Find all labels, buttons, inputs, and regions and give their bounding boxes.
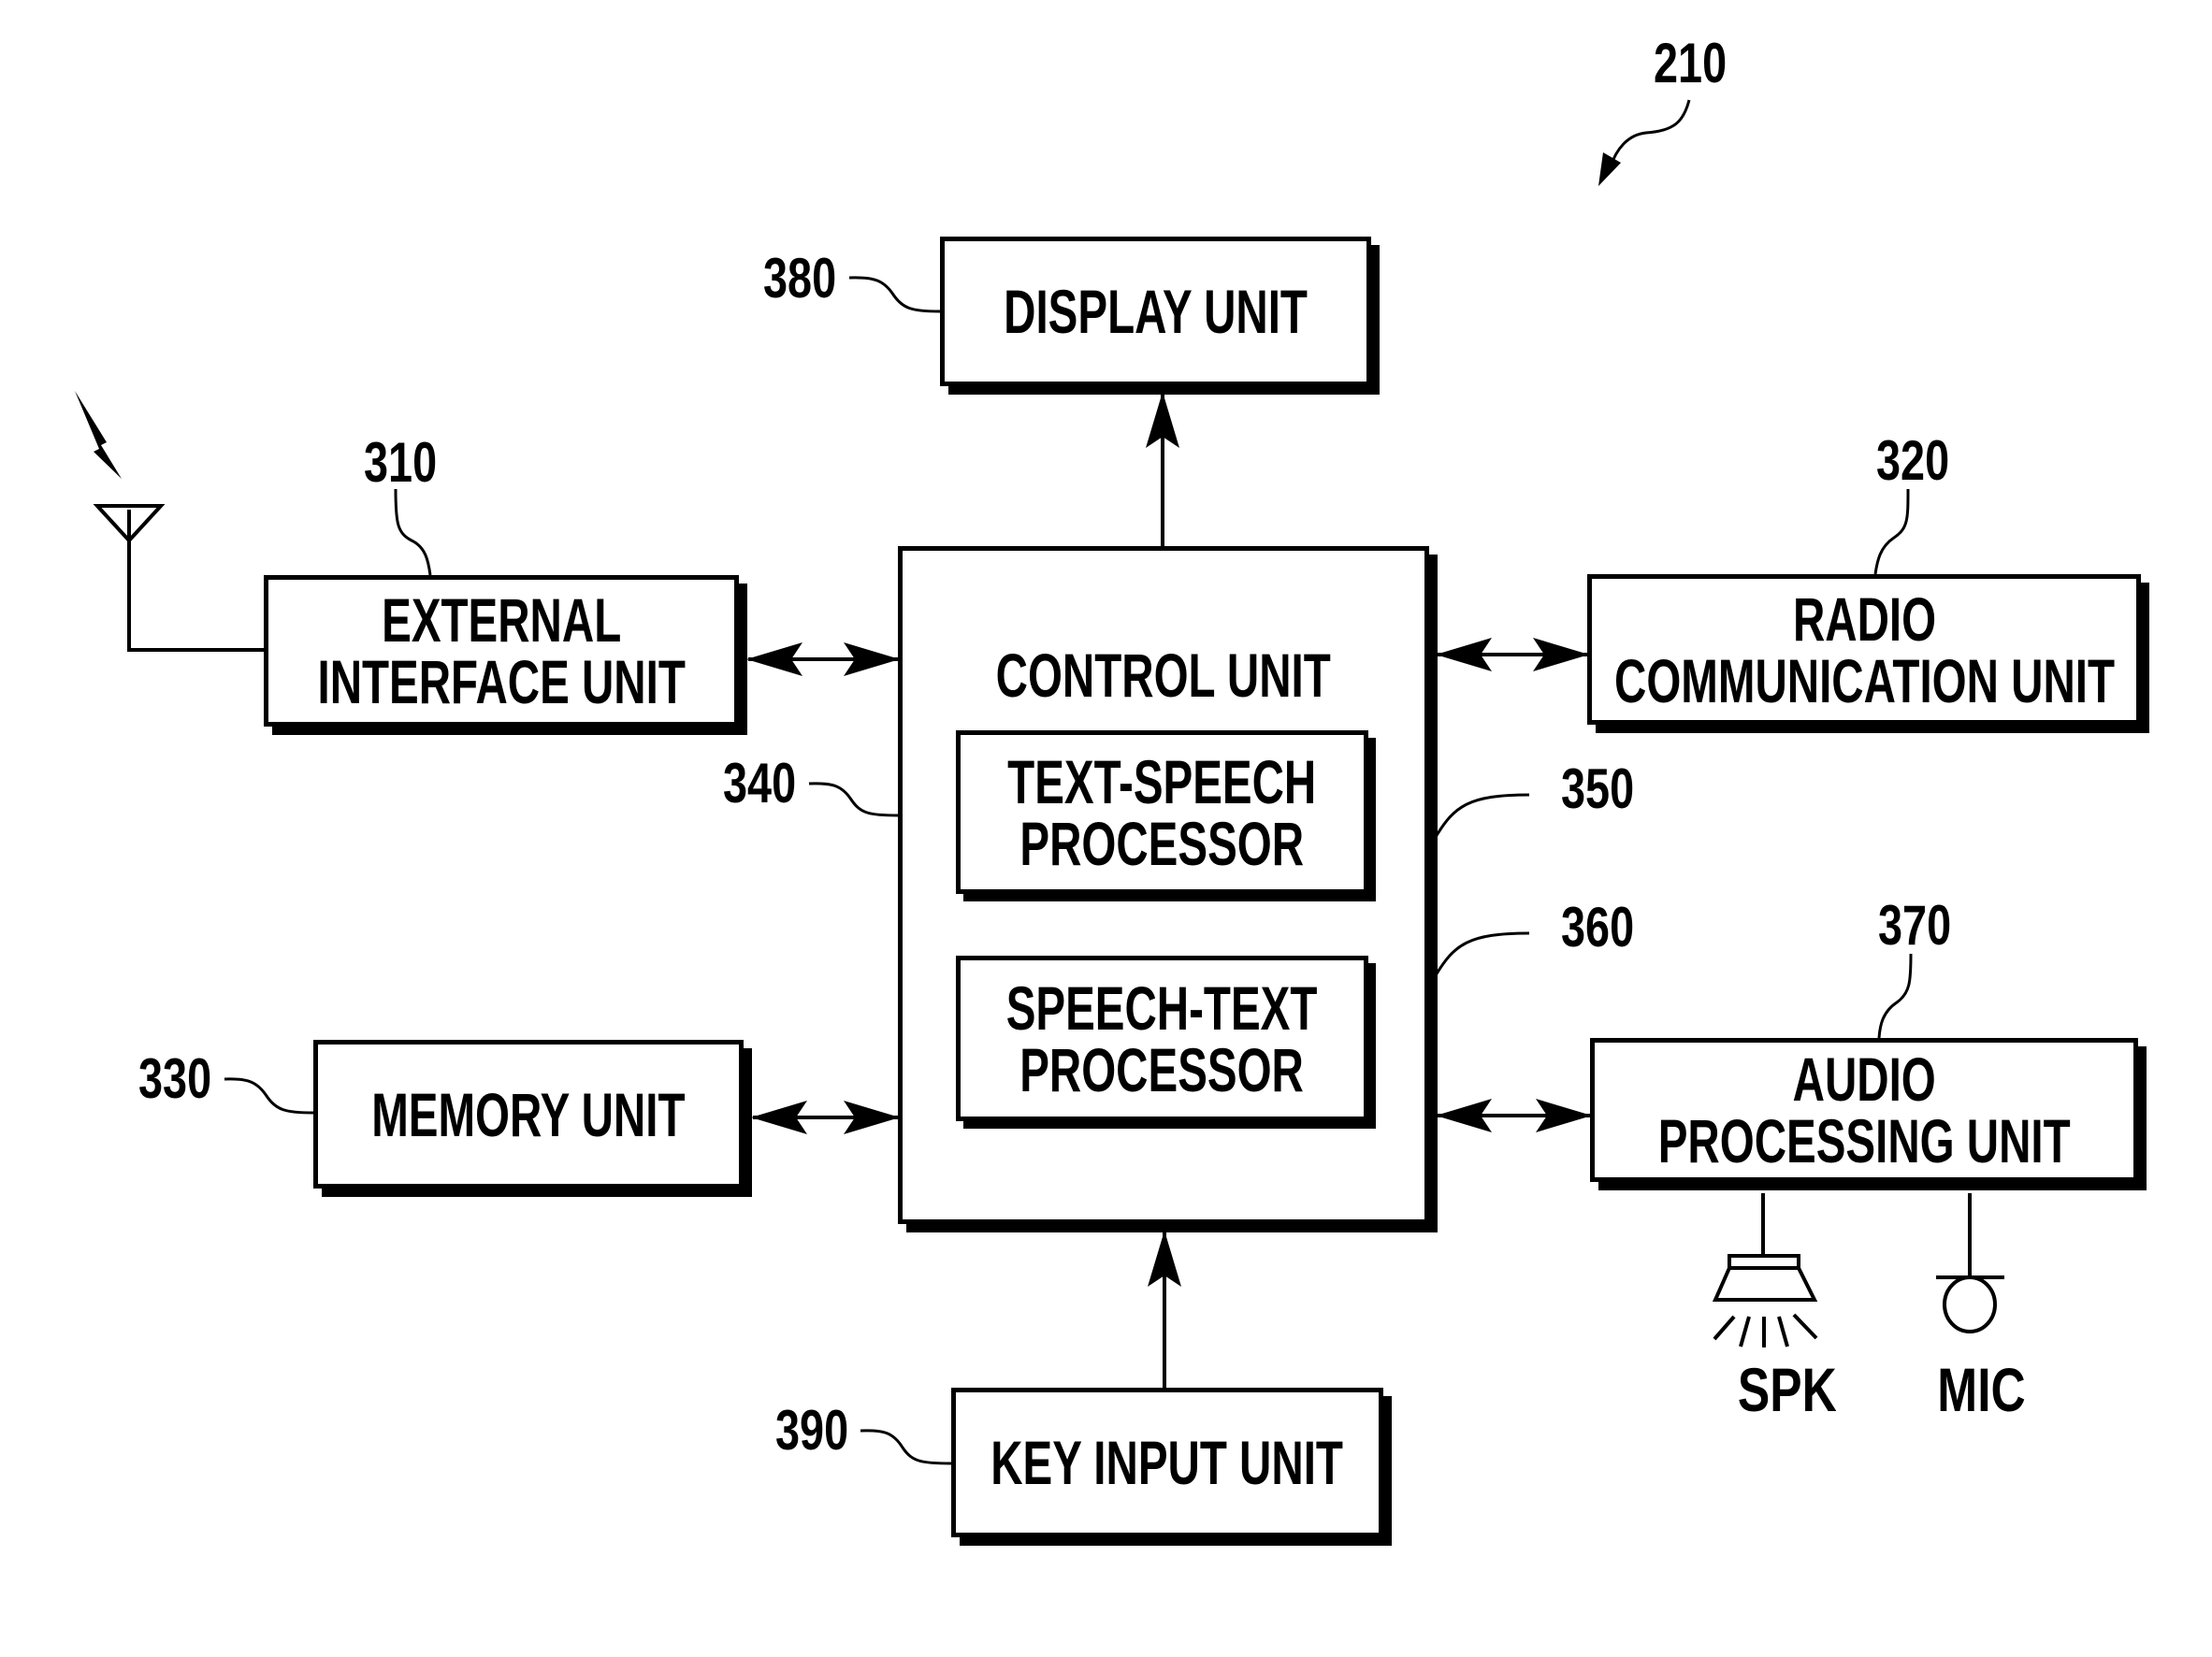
figure-reference-label: 210 xyxy=(1654,32,1728,94)
external-interface-unit-block[interactable]: EXTERNAL INTERFACE UNIT xyxy=(264,575,739,727)
leader-380 xyxy=(848,276,941,313)
memory-unit-block[interactable]: MEMORY UNIT xyxy=(313,1040,744,1189)
audio-processing-unit-block[interactable]: AUDIO PROCESSING UNIT xyxy=(1590,1038,2138,1182)
memory-unit-label: MEMORY UNIT xyxy=(371,1079,686,1149)
leader-210 xyxy=(1609,99,1691,167)
control-unit-title: CONTROL UNIT xyxy=(903,644,1424,706)
microphone-icon xyxy=(1936,1193,2004,1333)
antenna-icon xyxy=(93,504,264,652)
ref-label-320: 320 xyxy=(1876,429,1950,492)
speech-text-processor-block[interactable]: SPEECH-TEXT PROCESSOR xyxy=(956,956,1368,1121)
key-input-unit-label: KEY INPUT UNIT xyxy=(990,1428,1344,1497)
block-diagram: 210 380 310 320 340 350 360 370 330 390 … xyxy=(0,0,2212,1657)
leader-370 xyxy=(1877,953,1913,1039)
speaker-icon xyxy=(1712,1193,1818,1347)
text-speech-processor-label: TEXT-SPEECH PROCESSOR xyxy=(1007,746,1317,878)
ref-label-330: 330 xyxy=(138,1047,212,1110)
radio-communication-unit-block[interactable]: RADIO COMMUNICATION UNIT xyxy=(1587,574,2141,725)
ref-label-390: 390 xyxy=(775,1399,849,1462)
external-interface-unit-label: EXTERNAL INTERFACE UNIT xyxy=(317,585,686,716)
speaker-label: SPK xyxy=(1737,1355,1837,1424)
leader-210-arrowhead xyxy=(1598,152,1621,186)
ref-label-350: 350 xyxy=(1561,757,1635,820)
ref-label-360: 360 xyxy=(1561,896,1635,958)
ref-label-380: 380 xyxy=(763,247,837,310)
key-input-unit-block[interactable]: KEY INPUT UNIT xyxy=(951,1388,1383,1537)
audio-processing-unit-label: AUDIO PROCESSING UNIT xyxy=(1657,1045,2071,1175)
text-speech-processor-block[interactable]: TEXT-SPEECH PROCESSOR xyxy=(956,730,1368,894)
control-unit-label: CONTROL UNIT xyxy=(995,641,1332,710)
microphone-label: MIC xyxy=(1937,1355,2026,1424)
leader-320 xyxy=(1873,488,1910,575)
lightning-signal-icon xyxy=(75,391,122,479)
leader-390 xyxy=(860,1429,952,1465)
ref-label-370: 370 xyxy=(1878,894,1952,957)
leader-340 xyxy=(808,782,899,817)
display-unit-label: DISPLAY UNIT xyxy=(1004,277,1308,346)
leader-310 xyxy=(394,488,432,576)
leader-330 xyxy=(224,1077,314,1115)
speech-text-processor-label: SPEECH-TEXT PROCESSOR xyxy=(1006,973,1318,1104)
display-unit-block[interactable]: DISPLAY UNIT xyxy=(940,237,1371,386)
ref-label-310: 310 xyxy=(364,431,438,494)
ref-label-340: 340 xyxy=(723,752,797,814)
radio-communication-unit-label: RADIO COMMUNICATION UNIT xyxy=(1613,584,2115,715)
